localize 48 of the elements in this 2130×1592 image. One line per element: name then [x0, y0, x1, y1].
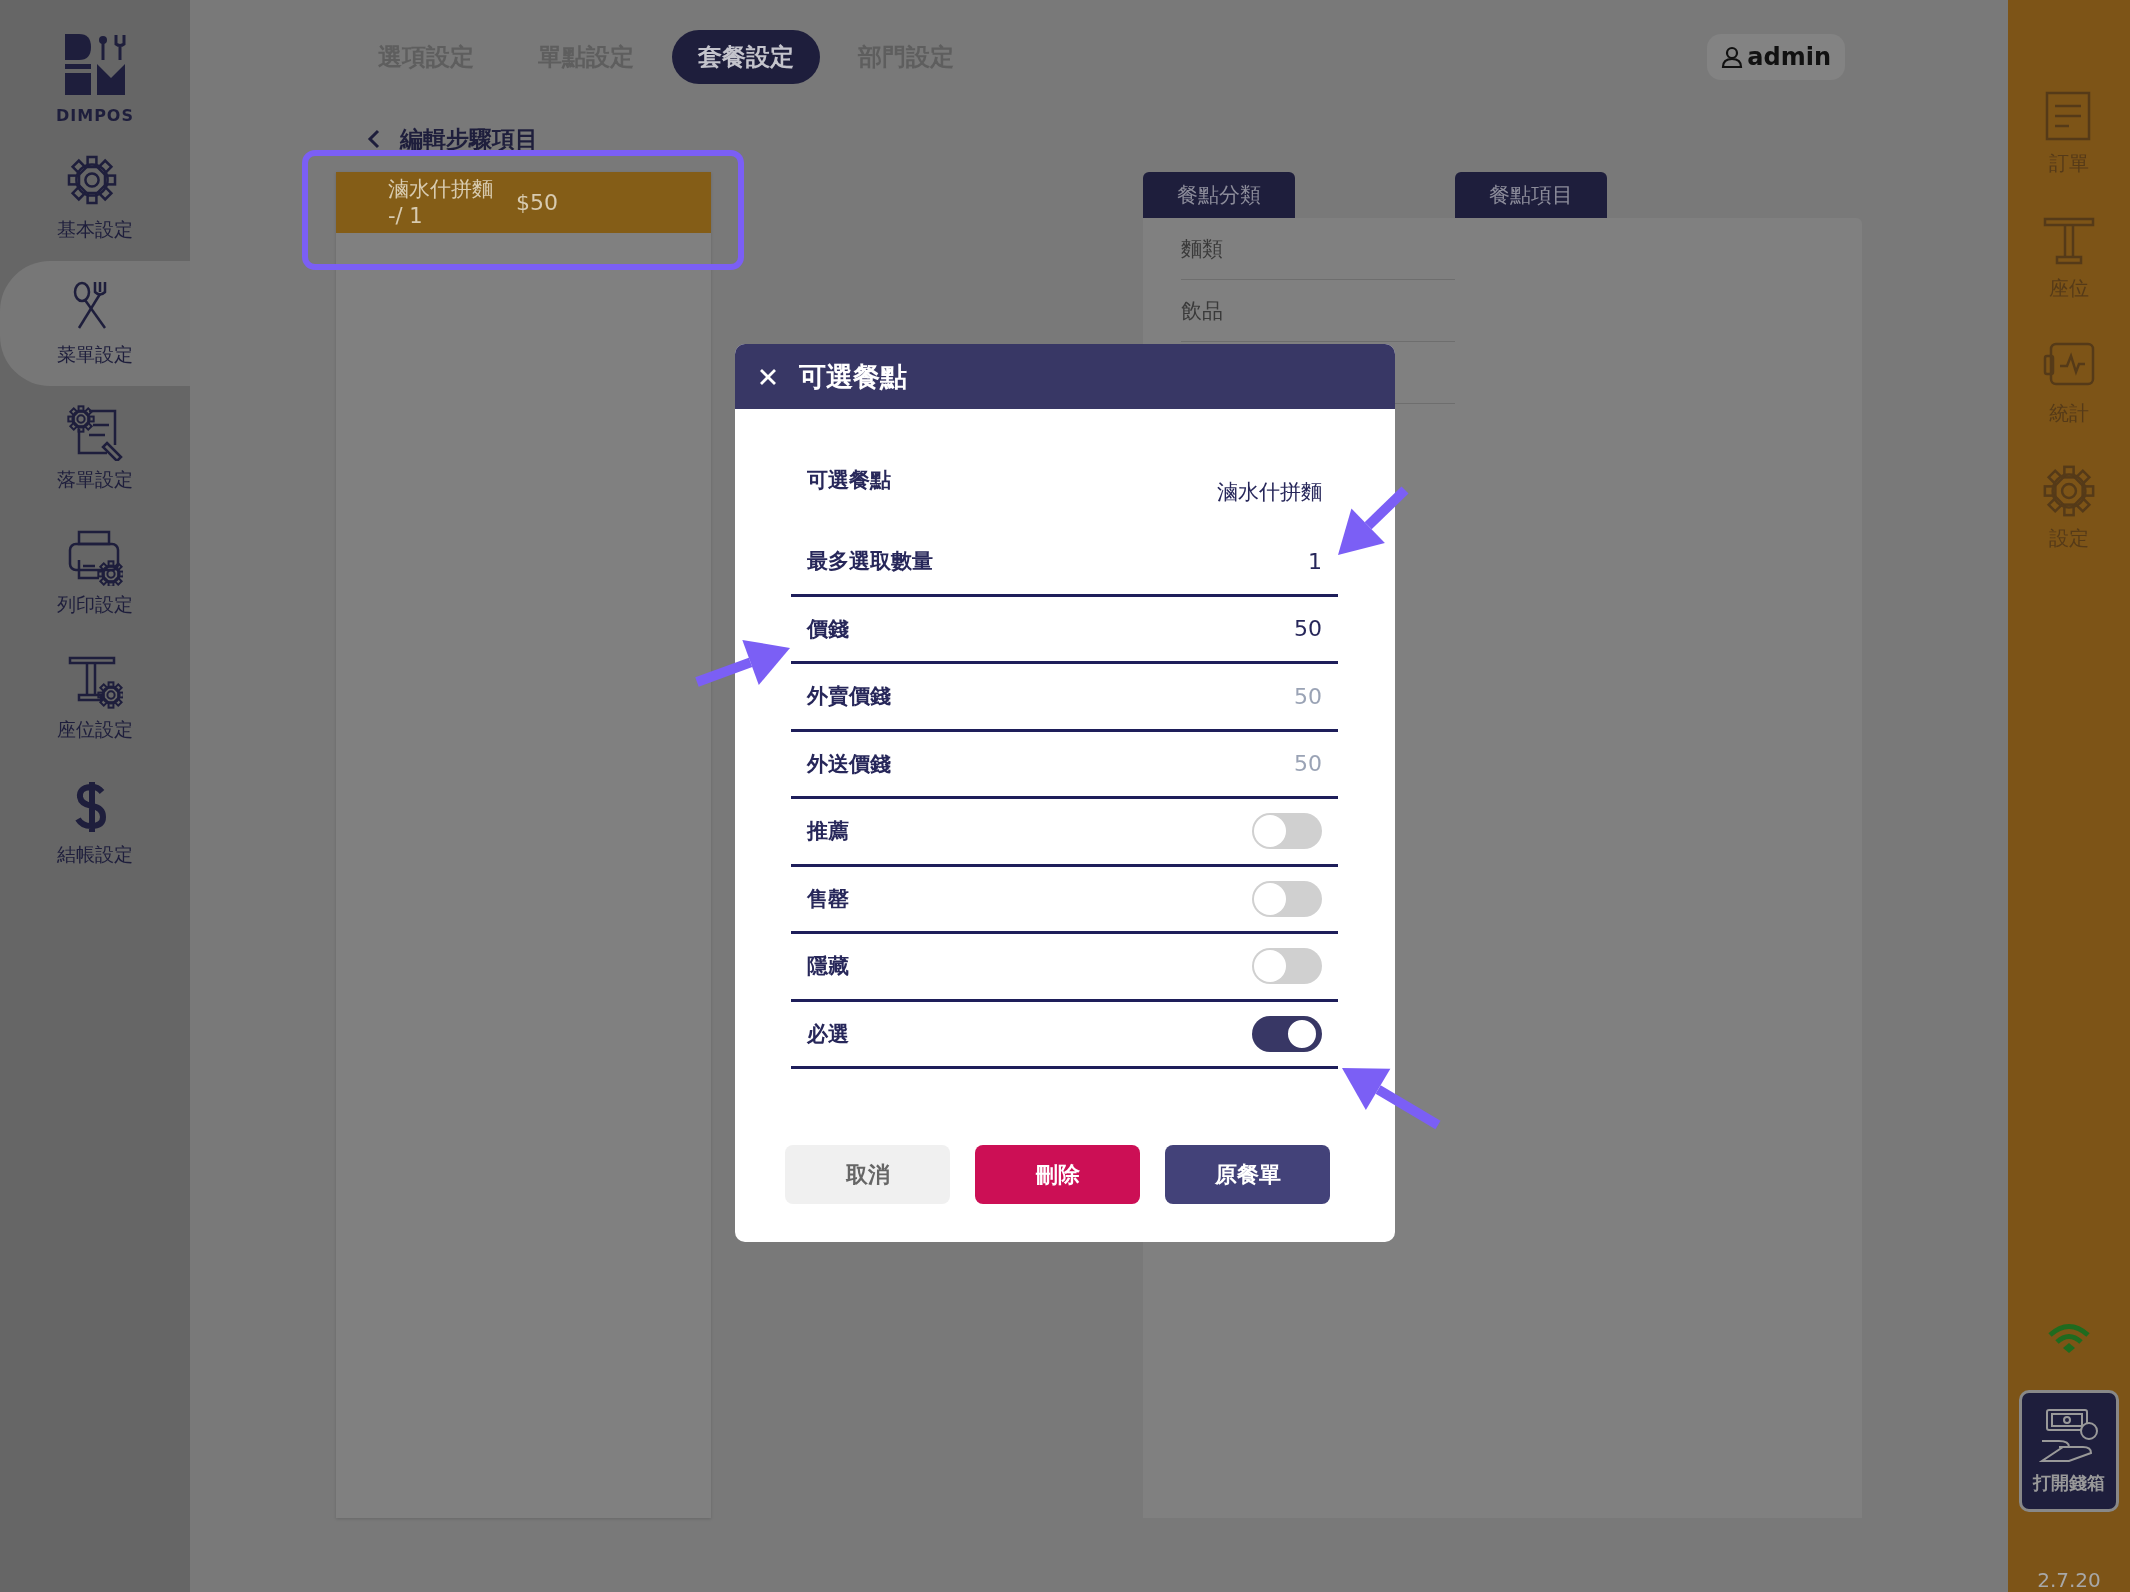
sidebar-item[interactable]: 菜單設定: [0, 261, 190, 386]
field-label: 外送價錢: [807, 750, 891, 778]
toggle-switch[interactable]: [1252, 813, 1322, 850]
restore-button[interactable]: 原餐單: [1165, 1145, 1330, 1204]
printer-gear-icon: [67, 529, 123, 586]
toggle-switch[interactable]: [1252, 1015, 1322, 1052]
back-icon[interactable]: [366, 129, 382, 149]
tab[interactable]: 套餐設定: [672, 30, 820, 84]
input-field[interactable]: 50: [1202, 683, 1322, 709]
toggle-switch[interactable]: [1252, 948, 1322, 985]
field-label: 必選: [807, 1020, 849, 1048]
sidebar-item[interactable]: 結帳設定: [0, 761, 190, 886]
delete-button[interactable]: 刪除: [975, 1145, 1140, 1204]
gear-icon: [2043, 465, 2095, 517]
close-icon[interactable]: [759, 367, 777, 386]
item-tab[interactable]: 餐點項目: [1455, 172, 1607, 218]
table-icon: [2043, 215, 2095, 267]
input-field[interactable]: 1: [1202, 548, 1322, 574]
sidebar-item[interactable]: 基本設定: [0, 136, 190, 261]
user-icon: [1721, 46, 1744, 68]
input-field[interactable]: 50: [1202, 616, 1322, 642]
sidebar-item[interactable]: 座位設定: [0, 636, 190, 761]
document-gear-icon: [67, 404, 123, 461]
field-label: 外賣價錢: [807, 683, 891, 711]
cancel-button[interactable]: 取消: [785, 1145, 950, 1204]
sidebar-item[interactable]: 落單設定: [0, 386, 190, 511]
field-label: 可選餐點: [807, 467, 891, 494]
table-gear-icon: [67, 654, 123, 711]
field-label: 隱藏: [807, 953, 849, 981]
input-field[interactable]: 50: [1202, 751, 1322, 777]
field-value: 滷水什拼麵: [1217, 479, 1322, 506]
user-button[interactable]: admin: [1707, 34, 1845, 80]
cash-hand-icon: [2039, 1407, 2099, 1465]
dialog-title: 可選餐點: [799, 359, 907, 394]
field-label: 價錢: [807, 615, 849, 643]
logo-text: DIMPOS: [56, 106, 134, 125]
field-label: 售罄: [807, 885, 849, 913]
page-title: 編輯步驟項目: [400, 124, 538, 154]
arrow-annotation: [1338, 486, 1409, 555]
category-tab[interactable]: 餐點分類: [1143, 172, 1295, 218]
wifi-icon: [2047, 1322, 2091, 1354]
version-text: 2.7.20: [2037, 1568, 2101, 1592]
toggle-switch[interactable]: [1252, 880, 1322, 917]
field-label: 推薦: [807, 818, 849, 846]
open-cash-drawer-button[interactable]: 打開錢箱: [2019, 1390, 2119, 1512]
step-item[interactable]: 滷水什拼麵 -/ 1 $50: [336, 172, 711, 233]
sidebar-item[interactable]: 列印設定: [0, 511, 190, 636]
field-label: 最多選取數量: [807, 548, 933, 576]
